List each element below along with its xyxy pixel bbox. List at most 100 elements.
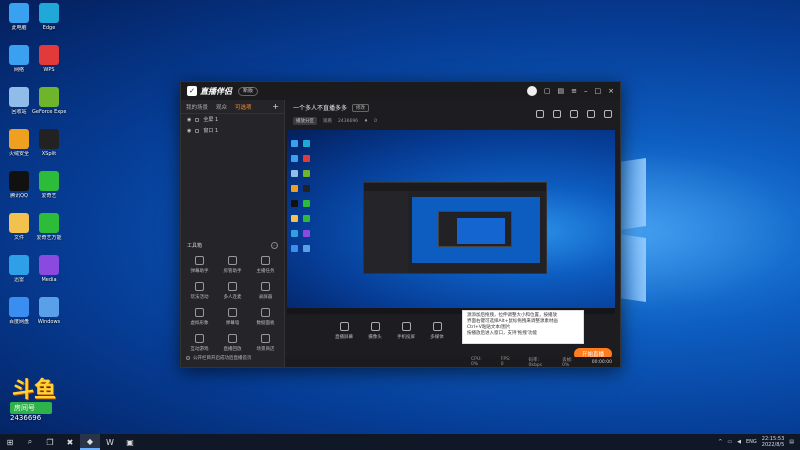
lock-icon[interactable] (195, 128, 200, 133)
source-button[interactable]: 多媒体 (428, 322, 446, 340)
folder-icon (9, 213, 29, 233)
tool-icon (228, 308, 237, 317)
menu-icon[interactable]: ≡ (571, 87, 577, 95)
windows-start-icon[interactable]: ⊞ (0, 434, 20, 450)
nested-preview (412, 197, 540, 263)
settings-icon[interactable] (570, 110, 578, 118)
desktop-icon[interactable]: 火绒安全 (2, 129, 36, 157)
scene-item-fullscreen[interactable]: ◉ 全屏 1 (181, 114, 284, 125)
source-button[interactable]: 摄像头 (366, 322, 384, 340)
maximize-icon[interactable]: □ (595, 87, 602, 95)
network-tray-icon[interactable]: ▭ (727, 439, 732, 445)
source-label: 手机投屏 (397, 335, 415, 340)
tool-item[interactable]: 弹幕助手 (183, 256, 216, 274)
user-avatar[interactable] (526, 86, 537, 96)
desktop-icon[interactable]: 腾讯QQ (2, 171, 36, 199)
tray-language[interactable]: ENG (746, 439, 757, 445)
folder-taskbar-icon[interactable]: ▣ (120, 434, 140, 450)
tab-audience[interactable]: 观众 (216, 103, 227, 111)
desktop-icon[interactable]: Windows (32, 297, 66, 325)
network-icon (9, 45, 29, 65)
desktop-icon-label: 此电脑 (11, 25, 27, 31)
volume-icon[interactable]: ◀ (737, 439, 741, 445)
source-button[interactable]: 直播屏幕 (335, 322, 353, 340)
footer-checkbox[interactable] (186, 356, 190, 360)
tool-item[interactable]: 录屏器 (249, 282, 282, 300)
desktop-icon[interactable]: XSplit (32, 129, 66, 157)
watermark-room-id: 2436696 (10, 414, 42, 422)
tool-item[interactable]: 数据面板 (249, 308, 282, 326)
task-view-icon[interactable]: ❐ (40, 434, 60, 450)
live-preview-canvas[interactable] (287, 130, 615, 314)
desktop-icon[interactable]: 网络 (2, 45, 36, 73)
skin-icon[interactable]: ▤ (558, 87, 565, 95)
edit-title-button[interactable]: 修改 (352, 103, 370, 112)
tray-date: 2022/8/5 (761, 442, 785, 448)
tool-item[interactable]: 直播回放 (216, 334, 249, 352)
wps-taskbar-icon[interactable]: W (100, 434, 120, 450)
scene-item-window[interactable]: ◉ 窗口 1 (181, 125, 284, 136)
tool-label: 互动游戏 (190, 347, 209, 352)
eye-icon[interactable]: ◉ (187, 117, 191, 123)
tool-item[interactable]: 房管助手 (216, 256, 249, 274)
tray-clock[interactable]: 22:15:53 2022/8/5 (762, 436, 784, 448)
tab-options[interactable]: 可选项 (235, 103, 252, 111)
tool-icon (195, 334, 204, 343)
add-scene-icon[interactable]: + (272, 102, 279, 111)
xsplit-taskbar-icon[interactable]: ✖ (60, 434, 80, 450)
tool-icon (228, 256, 237, 265)
status-clock: 00:00:00 (591, 359, 612, 365)
eye-icon[interactable]: ◉ (187, 128, 191, 134)
desktop-icon[interactable]: WPS (32, 45, 66, 73)
notification-icon[interactable]: ▤ (789, 439, 794, 445)
bell-icon[interactable] (587, 110, 595, 118)
tool-icon (228, 334, 237, 343)
lock-icon[interactable] (195, 117, 200, 122)
more-icon[interactable]: ⋯ (271, 241, 278, 249)
desktop-icon[interactable]: 此电脑 (2, 3, 36, 31)
tray-chevron-icon[interactable]: ^ (718, 439, 722, 445)
tooltip-line: 按播放后进入窗口，支持'拖拽'功能 (467, 331, 537, 336)
tool-item[interactable]: 场景商店 (249, 334, 282, 352)
nested-nested-window (438, 211, 512, 247)
help-tooltip: 源添加后拖拽，拉伸调整大小和位置，按播放 界面右键可选择Alt+鼠标拖拽来调整源素… (462, 310, 584, 344)
source-label: 摄像头 (368, 335, 382, 340)
toolbox-title: 工具箱 (187, 242, 203, 249)
desktop-icon[interactable]: Media (32, 255, 66, 283)
tool-item[interactable]: 互动游戏 (183, 334, 216, 352)
wallpaper-beam-bottom (618, 234, 646, 302)
nested-titlebar (364, 183, 546, 191)
desktop-icon-label: Media (41, 277, 57, 283)
room-title-text: 一个多人不直播多多 (293, 105, 348, 112)
left-footer: 公开栏目开启成功后直播首页 (186, 355, 279, 361)
desktop-icon[interactable]: 爱奇艺万能 (32, 213, 66, 241)
desktop-icon[interactable]: 回收站 (2, 87, 36, 115)
tool-item[interactable]: 弹幕墙 (216, 308, 249, 326)
gift-icon[interactable] (536, 110, 544, 118)
tool-item[interactable]: 主播任务 (249, 256, 282, 274)
tool-item[interactable]: 虚拟形象 (183, 308, 216, 326)
screenshot-icon[interactable] (553, 110, 561, 118)
desktop-icon[interactable]: Edge (32, 3, 66, 31)
search-icon[interactable]: ⌕ (20, 434, 40, 450)
desktop-icon[interactable]: 百度网盘 (2, 297, 36, 325)
taskbar: ⊞ ⌕ ❐ ✖ ◆ W ▣ ^ ▭ ◀ ENG 22:15:53 2022/8/5 ▤ (0, 434, 800, 450)
status-cpu: CPU: 0% (471, 357, 482, 367)
desktop-icon[interactable]: 文件 (2, 213, 36, 241)
tool-label: 主播任务 (256, 269, 275, 274)
message-icon[interactable]: ▢ (544, 87, 551, 95)
version-tag-button[interactable]: 新版 (238, 86, 259, 96)
desktop-icon[interactable]: 迅雷 (2, 255, 36, 283)
tool-item[interactable]: 多人连麦 (216, 282, 249, 300)
share-icon[interactable] (604, 110, 612, 118)
douyu-taskbar-icon[interactable]: ◆ (80, 434, 100, 450)
source-icon (432, 322, 442, 331)
source-button[interactable]: 手机投屏 (397, 322, 415, 340)
desktop-icon[interactable]: GeForce Experience (32, 87, 66, 115)
category-pill[interactable]: 播放分区 (293, 117, 317, 125)
close-icon[interactable]: × (608, 87, 614, 95)
tool-item[interactable]: 玩法活动 (183, 282, 216, 300)
tab-my-scenes[interactable]: 我的场景 (186, 103, 208, 111)
desktop-icon[interactable]: 爱奇艺 (32, 171, 66, 199)
minimize-icon[interactable]: – (584, 87, 588, 95)
